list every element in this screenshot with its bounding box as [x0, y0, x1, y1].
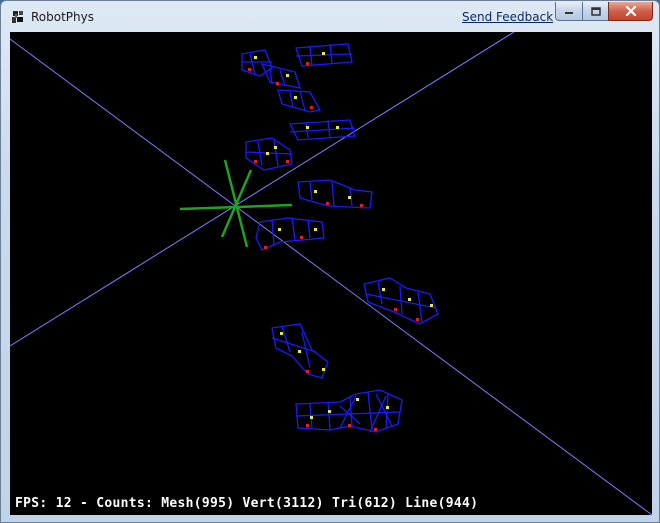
- send-feedback-link[interactable]: Send Feedback: [462, 9, 553, 25]
- 3d-viewport[interactable]: FPS: 12 - Counts: Mesh(995) Vert(3112) T…: [10, 32, 652, 515]
- caption-buttons: [555, 2, 653, 22]
- app-window: RobotPhys Send Feedback FPS: 12 - Counts…: [0, 0, 660, 523]
- robot-app-icon: [12, 11, 23, 23]
- minimize-button[interactable]: [555, 2, 582, 21]
- minimize-icon: [565, 12, 573, 14]
- scene-canvas: [10, 32, 652, 515]
- robot-mesh: [363, 277, 439, 325]
- maximize-icon: [590, 6, 601, 16]
- robot-meshes: [241, 43, 439, 433]
- ground-grid-lines: [10, 32, 652, 515]
- status-overlay: FPS: 12 - Counts: Mesh(995) Vert(3112) T…: [15, 496, 479, 511]
- robot-mesh: [241, 43, 353, 113]
- origin-axes-marker: [179, 159, 293, 248]
- contact-markers: [248, 62, 419, 431]
- close-button[interactable]: [608, 2, 653, 21]
- joint-markers: [254, 52, 433, 419]
- close-icon: [625, 6, 636, 16]
- maximize-button[interactable]: [582, 2, 608, 21]
- window-title: RobotPhys: [31, 10, 94, 24]
- title-bar[interactable]: RobotPhys Send Feedback: [1, 1, 659, 33]
